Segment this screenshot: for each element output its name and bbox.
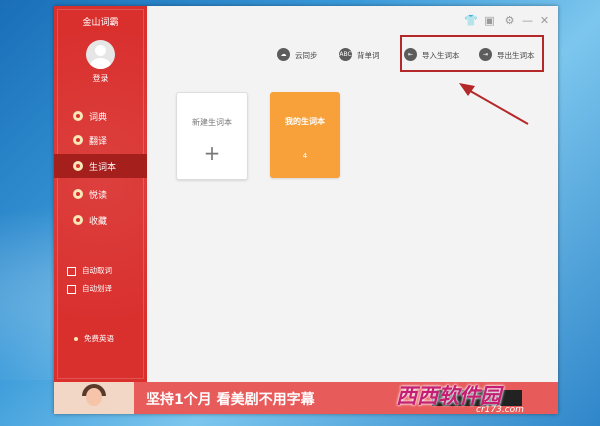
my-wordbook-count: 4 [302,152,308,160]
nav-wordbook[interactable]: 生词本 [54,154,147,178]
nav-label: 翻译 [89,137,108,147]
cloud-icon: ☁ [277,48,290,61]
auto-lookup-option[interactable]: 自动取词 [67,265,112,276]
sidebar: 金山词霸 登录 词典 翻译 生词本 悦读 收藏 自动取词 自动划译 免费英语 [54,6,147,382]
my-wordbook-card[interactable]: 我的生词本 4 [270,92,340,178]
dictionary-icon [73,111,83,121]
new-wordbook-title: 新建生词本 [192,118,232,127]
site-watermark-sub: cr173.com [476,405,524,415]
favorites-icon [73,215,83,225]
cloud-sync-label: 云同步 [295,51,318,60]
auto-select-label: 自动划译 [82,284,112,293]
gear-icon[interactable]: ⚙ [504,15,515,26]
nav-favorites[interactable]: 收藏 [54,208,147,232]
nav-translate[interactable]: 翻译 [54,128,147,152]
window-controls: 👕 ▣ ⚙ — ✕ [464,15,550,27]
banner-photo-face [86,388,102,406]
highlight-box [400,35,544,72]
avatar-body [90,58,111,69]
nav-label: 词典 [89,113,108,123]
nav-reading[interactable]: 悦读 [54,182,147,206]
abc-icon: ABC [339,48,352,61]
auto-lookup-checkbox[interactable] [67,266,76,276]
app-window: 金山词霸 登录 词典 翻译 生词本 悦读 收藏 自动取词 自动划译 免费英语 👕… [54,6,558,414]
minimize-icon[interactable]: — [522,15,533,26]
free-english-label: 免费英语 [84,334,114,343]
reading-icon [73,189,83,199]
nav-dictionary[interactable]: 词典 [54,104,147,128]
nav-label: 悦读 [89,191,108,201]
translate-icon [73,135,83,145]
bullet-icon [74,337,78,341]
nav-label: 收藏 [89,217,108,227]
auto-lookup-label: 自动取词 [82,266,112,275]
login-link[interactable]: 登录 [54,73,147,84]
app-title: 金山词霸 [82,18,119,28]
memorize-label: 背单词 [357,51,380,60]
plus-icon: + [203,141,221,165]
banner-photo [54,382,134,414]
skin-icon[interactable]: 👕 [464,15,478,26]
avatar[interactable] [86,40,115,69]
wordbook-icon [73,161,83,171]
new-wordbook-card[interactable]: 新建生词本 + [176,92,248,180]
message-icon[interactable]: ▣ [484,15,495,26]
my-wordbook-title: 我的生词本 [285,117,325,126]
banner-text: 坚持1个月 看美剧不用字幕 [146,392,315,408]
free-english-link[interactable]: 免费英语 [74,333,114,344]
auto-select-checkbox[interactable] [67,284,76,294]
nav-label: 生词本 [89,163,117,173]
avatar-head [95,45,106,56]
auto-select-option[interactable]: 自动划译 [67,283,112,294]
close-icon[interactable]: ✕ [539,15,550,26]
